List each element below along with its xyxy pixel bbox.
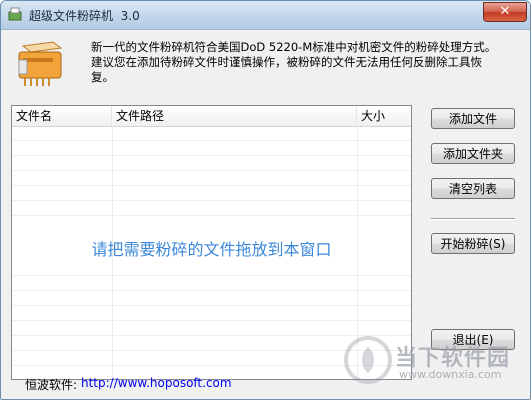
list-row xyxy=(12,156,411,171)
footer-company-label: 恒波软件: xyxy=(25,378,78,392)
add-folder-button[interactable]: 添加文件夹 xyxy=(431,143,515,164)
list-row xyxy=(12,321,411,336)
shredder-logo-icon xyxy=(18,41,63,86)
list-row xyxy=(12,261,411,276)
main-panel: 新一代的文件粉碎机符合美国DoD 5220-M标准中对机密文件的粉碎处理方式。建… xyxy=(1,30,530,399)
description-text: 新一代的文件粉碎机符合美国DoD 5220-M标准中对机密文件的粉碎处理方式。建… xyxy=(91,40,497,84)
app-window: 超级文件粉碎机 3.0 ✕ 新一代的文件粉碎机符合美国DoD 5220-M标准中… xyxy=(0,0,531,400)
watermark-url: www.downxia.com xyxy=(399,368,502,381)
shredder-app-icon xyxy=(8,7,22,21)
clear-list-button[interactable]: 清空列表 xyxy=(431,178,515,199)
website-link[interactable]: http://www.hoposoft.com xyxy=(81,376,232,390)
list-row xyxy=(12,141,411,156)
column-filename[interactable]: 文件名 xyxy=(12,106,112,126)
list-row xyxy=(12,291,411,306)
title-bar[interactable]: 超级文件粉碎机 3.0 ✕ xyxy=(1,1,530,30)
list-row xyxy=(12,276,411,291)
list-header: 文件名 文件路径 大小 xyxy=(12,106,411,127)
list-row xyxy=(12,201,411,216)
button-separator xyxy=(431,218,515,220)
list-row xyxy=(12,171,411,186)
close-button[interactable]: ✕ xyxy=(483,2,527,22)
drop-hint-text: 请把需要粉碎的文件拖放到本窗口 xyxy=(91,240,332,259)
list-row xyxy=(12,186,411,201)
column-filepath[interactable]: 文件路径 xyxy=(112,106,357,126)
column-size[interactable]: 大小 xyxy=(357,106,411,126)
watermark-logo-icon xyxy=(344,336,392,384)
start-shred-button[interactable]: 开始粉碎(S) xyxy=(431,233,515,254)
add-file-button[interactable]: 添加文件 xyxy=(431,108,515,129)
window-title: 超级文件粉碎机 3.0 xyxy=(29,9,140,23)
list-row xyxy=(12,306,411,321)
list-row xyxy=(12,126,411,141)
